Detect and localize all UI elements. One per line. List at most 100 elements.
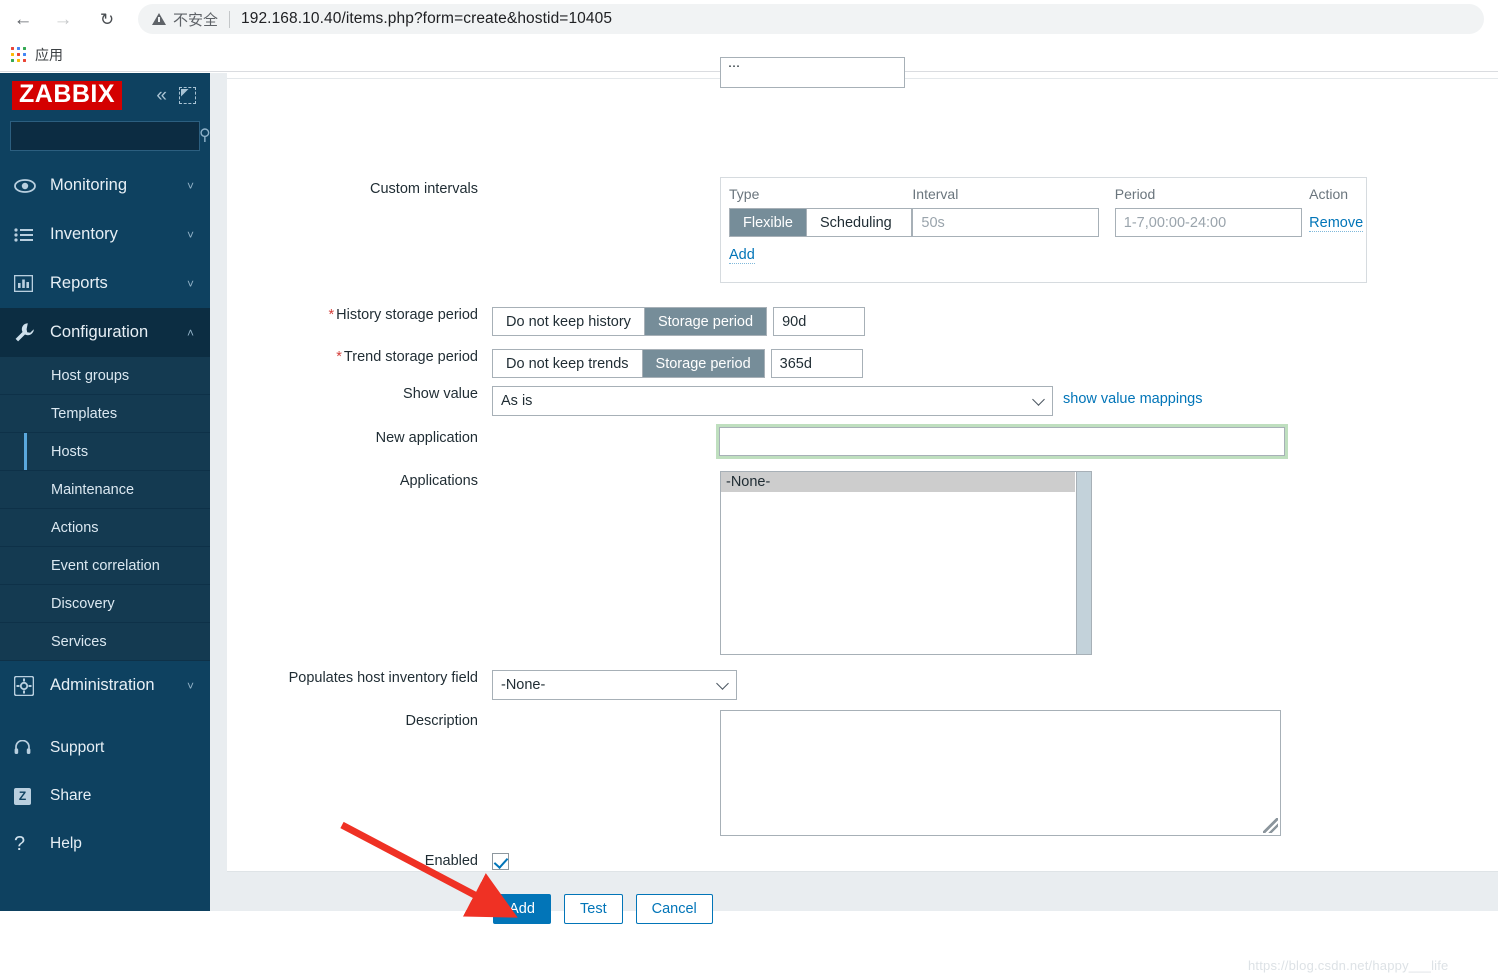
period-value-input[interactable] — [1114, 208, 1302, 237]
list-item[interactable]: -None- — [721, 472, 1075, 492]
page-body: ZABBIX « ⚲ Monitoring ˅ Inventory ˅ Repo… — [0, 57, 1498, 973]
scrolled-off-input[interactable]: ... — [720, 57, 905, 88]
eye-icon — [14, 178, 44, 193]
new-application-label: New application — [375, 430, 478, 446]
show-value-label: Show value — [403, 386, 478, 402]
sidebar-subitem-label: Discovery — [51, 595, 115, 612]
new-application-field-wrap — [716, 424, 1288, 459]
history-storage-toggle[interactable]: Do not keep history Storage period — [492, 307, 768, 336]
collapse-compact-icon[interactable] — [179, 86, 196, 104]
sidebar-item-inventory[interactable]: Inventory ˅ — [0, 210, 210, 259]
applications-label: Applications — [399, 473, 478, 489]
sidebar-item-label: Monitoring — [50, 176, 128, 194]
double-chevron-left-icon[interactable]: « — [156, 86, 167, 105]
sidebar-item-maintenance[interactable]: Maintenance — [0, 471, 210, 509]
new-application-row: New application — [227, 430, 492, 447]
sidebar-item-actions[interactable]: Actions — [0, 509, 210, 547]
address-bar[interactable]: 不安全 192.168.10.40/items.php?form=create&… — [138, 4, 1484, 34]
headset-icon — [14, 740, 44, 756]
custom-intervals-label: Custom intervals — [370, 181, 478, 197]
scrolled-off-input-value: ... — [728, 57, 741, 71]
chevron-down-icon[interactable]: ˅ — [187, 278, 194, 290]
show-value-mappings-link[interactable]: show value mappings — [1063, 391, 1202, 407]
new-application-input[interactable] — [719, 427, 1285, 456]
history-do-not-keep[interactable]: Do not keep history — [493, 308, 644, 335]
interval-value-input[interactable] — [912, 208, 1100, 237]
trend-storage-value-input[interactable] — [770, 349, 863, 378]
sidebar-item-templates[interactable]: Templates — [0, 395, 210, 433]
history-storage-period[interactable]: Storage period — [643, 308, 767, 335]
sidebar-item-support[interactable]: Support — [0, 724, 210, 772]
sidebar-item-reports[interactable]: Reports ˅ — [0, 259, 210, 308]
add-button[interactable]: Add — [493, 894, 551, 924]
zabbix-z-icon: Z — [14, 787, 44, 805]
chevron-down-icon[interactable]: ˅ — [187, 229, 194, 241]
sidebar-subitem-label: Hosts — [51, 443, 89, 460]
chevron-down-icon[interactable]: ˅ — [187, 180, 194, 192]
chevron-down-icon — [1032, 393, 1045, 406]
test-button[interactable]: Test — [564, 894, 623, 924]
sidebar-item-label: Support — [50, 739, 105, 756]
column-header-interval: Interval — [912, 186, 959, 202]
trend-storage-label: * Trend storage period — [227, 349, 492, 366]
add-interval-link[interactable]: Add — [729, 247, 755, 264]
sidebar-item-label: Administration — [50, 676, 155, 694]
zabbix-logo[interactable]: ZABBIX — [12, 80, 123, 110]
trend-storage-toggle[interactable]: Do not keep trends Storage period — [492, 349, 765, 378]
interval-type-flexible[interactable]: Flexible — [730, 209, 806, 236]
interval-type-toggle[interactable]: Flexible Scheduling — [729, 208, 912, 237]
enabled-row: Enabled — [227, 853, 509, 871]
required-marker: * — [336, 349, 342, 365]
history-storage-label-text: History storage period — [336, 307, 478, 323]
required-marker: * — [328, 307, 335, 323]
inventory-field-row: Populates host inventory field -None- — [227, 670, 737, 700]
omnibox-divider — [229, 10, 231, 28]
sidebar-subitem-label: Maintenance — [51, 481, 135, 498]
sidebar-search-wrap: ⚲ — [0, 117, 210, 161]
show-value-select[interactable]: As is — [492, 386, 1053, 416]
sidebar-item-label: Share — [50, 787, 92, 804]
inventory-field-select[interactable]: -None- — [492, 670, 737, 700]
sidebar-subitem-label: Services — [51, 633, 107, 650]
sidebar-item-administration[interactable]: Administration ˅ — [0, 661, 210, 710]
applications-listbox[interactable]: -None- — [720, 471, 1092, 655]
sidebar-item-configuration[interactable]: Configuration ˄ — [0, 308, 210, 357]
sidebar-header: ZABBIX « — [0, 73, 210, 117]
enabled-checkbox[interactable] — [492, 853, 509, 871]
history-storage-row: * History storage period Do not keep hist… — [227, 307, 866, 336]
trend-storage-period[interactable]: Storage period — [641, 350, 764, 377]
sidebar-item-discovery[interactable]: Discovery — [0, 585, 210, 623]
history-storage-value-input[interactable] — [773, 307, 866, 336]
inventory-field-selected: -None- — [501, 677, 546, 693]
sidebar-item-share[interactable]: Z Share — [0, 772, 210, 820]
bookmark-apps[interactable]: 应用 — [11, 45, 63, 65]
question-mark-icon: ? — [14, 832, 26, 855]
search-icon[interactable]: ⚲ — [199, 128, 210, 144]
trend-storage-label-text: Trend storage period — [343, 349, 478, 365]
sidebar-item-event-correlation[interactable]: Event correlation — [0, 547, 210, 585]
sidebar-item-help[interactable]: ? Help — [0, 820, 210, 868]
security-status[interactable]: 不安全 — [152, 9, 218, 30]
reload-button[interactable]: ↻ — [90, 2, 124, 36]
applications-row: Applications — [227, 473, 492, 490]
remove-interval-link[interactable]: Remove — [1309, 214, 1364, 232]
sidebar-search[interactable]: ⚲ — [10, 121, 210, 151]
chevron-up-icon[interactable]: ˄ — [187, 327, 194, 339]
cancel-button[interactable]: Cancel — [635, 894, 713, 924]
listbox-scrollbar[interactable] — [1076, 472, 1091, 654]
sidebar-item-services[interactable]: Services — [0, 623, 210, 661]
interval-type-scheduling[interactable]: Scheduling — [805, 209, 905, 236]
forward-button[interactable]: → — [46, 2, 80, 36]
sidebar-item-monitoring[interactable]: Monitoring ˅ — [0, 161, 210, 210]
search-input[interactable] — [19, 127, 199, 145]
back-button[interactable]: ← — [6, 2, 40, 36]
sidebar-item-host-groups[interactable]: Host groups — [0, 357, 210, 395]
list-icon — [14, 227, 44, 242]
column-header-action: Action — [1309, 186, 1349, 202]
sidebar-item-label: Configuration — [50, 323, 149, 341]
chevron-down-icon[interactable]: ˅ — [187, 680, 194, 692]
description-textarea[interactable] — [720, 710, 1281, 836]
sidebar-item-hosts[interactable]: Hosts — [0, 433, 210, 471]
description-row: Description — [227, 713, 492, 730]
trend-do-not-keep[interactable]: Do not keep trends — [493, 350, 642, 377]
